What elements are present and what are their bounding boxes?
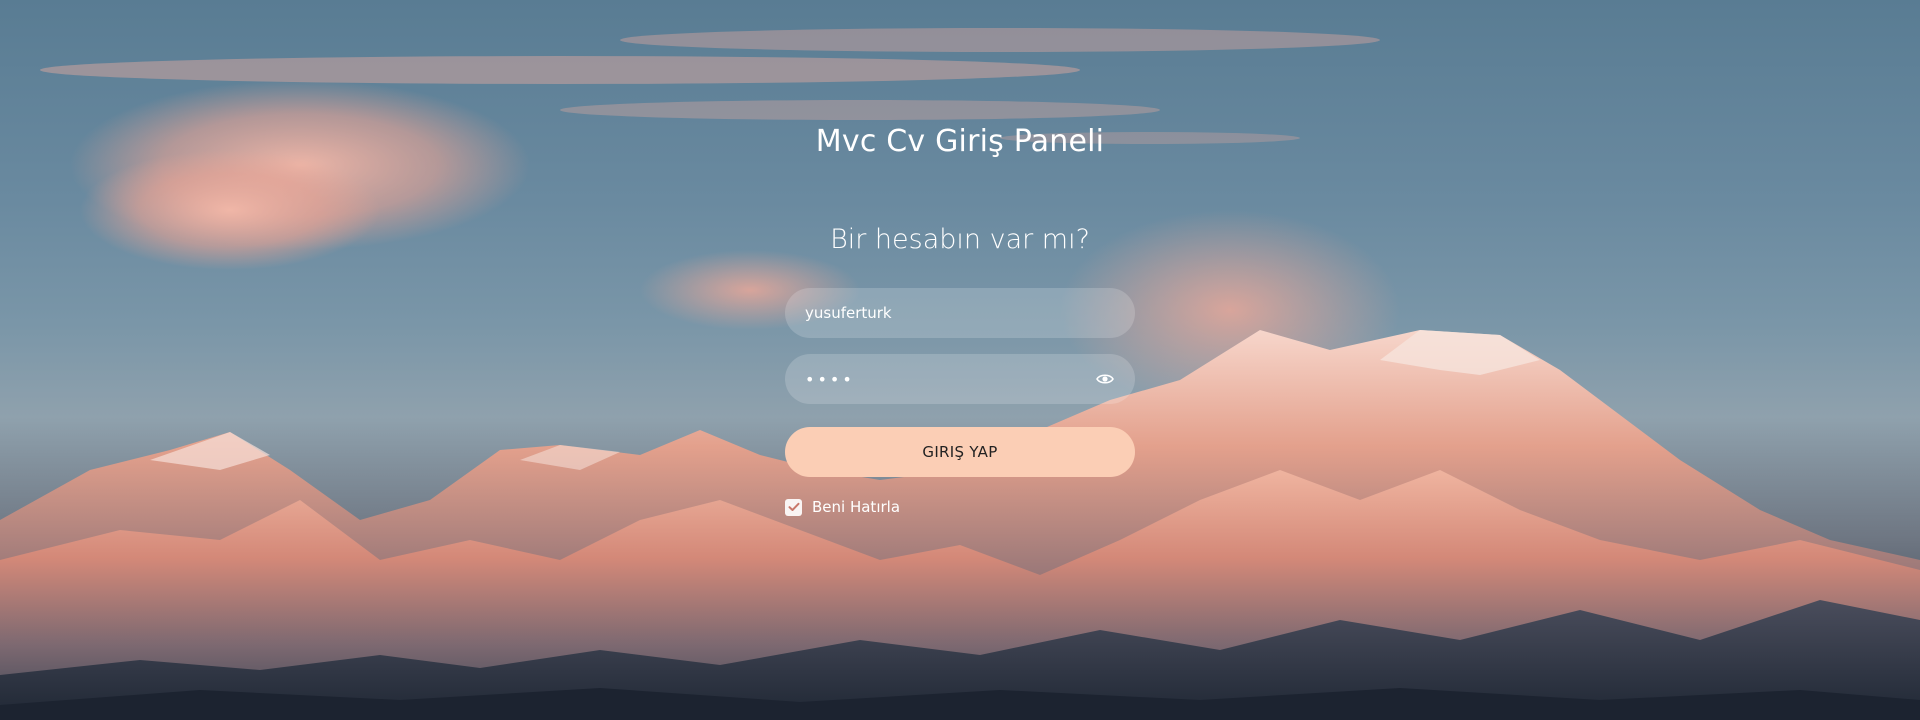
password-input[interactable] (805, 369, 1095, 389)
eye-icon[interactable] (1095, 369, 1115, 389)
check-icon (788, 502, 799, 511)
username-input[interactable] (805, 304, 1115, 322)
login-page: Mvc Cv Giriş Paneli Bir hesabın var mı? … (0, 0, 1920, 720)
login-subtitle: Bir hesabın var mı? (830, 224, 1090, 255)
username-field[interactable] (785, 288, 1135, 338)
remember-me[interactable]: Beni Hatırla (785, 496, 900, 518)
page-title: Mvc Cv Giriş Paneli (815, 124, 1105, 159)
login-button[interactable]: GIRIŞ YAP (785, 427, 1135, 477)
password-field[interactable] (785, 354, 1135, 404)
remember-checkbox[interactable] (785, 498, 802, 516)
remember-label: Beni Hatırla (812, 498, 901, 516)
